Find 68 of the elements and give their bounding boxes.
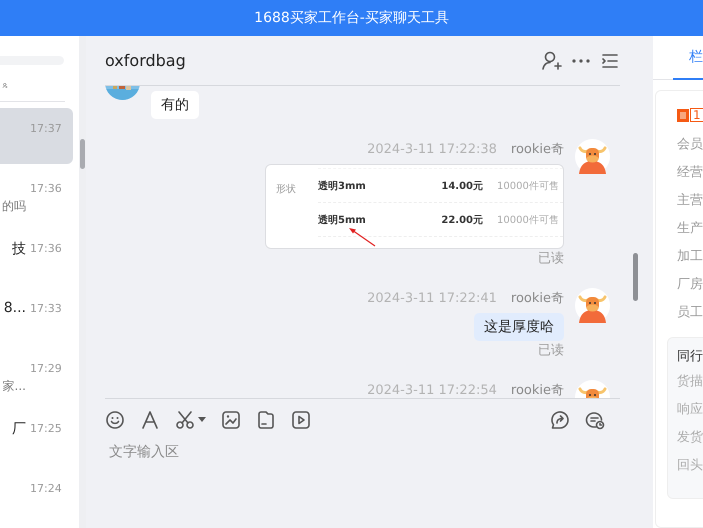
video-icon[interactable] xyxy=(291,410,311,430)
conversation-item[interactable]: 厂 17:25 xyxy=(0,408,73,464)
sender-name: rookie奇 xyxy=(510,290,564,307)
message-bubble: 这是厚度哈 xyxy=(474,313,564,341)
option-stock: 10000件可售 xyxy=(497,180,559,192)
option-stock: 10000件可售 xyxy=(497,214,559,226)
message-preview: 的吗 xyxy=(2,198,26,214)
message-time: 17:25 xyxy=(30,421,62,438)
field-label: 加工 xyxy=(677,248,703,266)
contact-name: 8... xyxy=(4,300,26,318)
field-label: 生产 xyxy=(677,220,703,238)
scrollbar-thumb[interactable] xyxy=(80,139,85,169)
contact-name: 技 xyxy=(12,240,26,258)
spec-label: 形状 xyxy=(275,182,297,197)
badge-icon xyxy=(677,108,689,122)
chat-title: oxfordbag xyxy=(105,51,187,70)
message-time: 17:29 xyxy=(30,361,62,378)
panel-tab[interactable]: 栏 xyxy=(673,36,703,80)
card-title: 同行 xyxy=(677,348,703,366)
message-preview: 家... xyxy=(2,378,26,394)
annotation-arrow xyxy=(348,227,376,247)
year-badge: 1 xyxy=(690,108,703,122)
field-label: 回头 xyxy=(677,457,703,475)
conversation-item[interactable]: 的吗 17:36 xyxy=(0,168,73,224)
read-status: 已读 xyxy=(538,342,564,360)
message-timestamp: 2024-3-11 17:22:54 xyxy=(367,382,497,398)
conversation-item[interactable]: 8... 17:33 xyxy=(0,288,73,344)
option-name: 透明5mm xyxy=(318,214,367,226)
emoji-icon[interactable] xyxy=(105,410,125,430)
read-status: 已读 xyxy=(538,250,564,268)
conversation-item[interactable]: 17:24 xyxy=(0,468,73,524)
field-label: 主营 xyxy=(677,192,703,210)
add-person-icon[interactable] xyxy=(542,50,562,70)
option-price: 14.00元 xyxy=(440,180,483,192)
chat-history-icon[interactable] xyxy=(585,410,605,430)
font-icon[interactable] xyxy=(140,410,160,430)
conversation-item[interactable]: 技 17:36 xyxy=(0,228,73,284)
message-time: 17:33 xyxy=(30,301,62,318)
field-label: 员工 xyxy=(677,304,703,322)
message-time: 17:36 xyxy=(30,241,62,258)
image-icon[interactable] xyxy=(221,410,241,430)
field-label: 经营 xyxy=(677,164,703,182)
share-icon[interactable] xyxy=(550,410,570,430)
message-timestamp: 2024-3-11 17:22:38 xyxy=(367,142,497,156)
field-label: 会员 xyxy=(677,136,703,154)
field-label: 货描 xyxy=(677,373,703,391)
scissors-icon[interactable] xyxy=(175,410,195,430)
window-title: 1688买家工作台-买家聊天工具 xyxy=(254,9,449,27)
option-name: 透明3mm xyxy=(318,180,367,192)
option-price: 22.00元 xyxy=(440,214,483,226)
message-input[interactable]: 文字输入区 xyxy=(105,444,413,460)
message-time: 17:37 xyxy=(30,121,62,138)
contact-name: 厂 xyxy=(12,420,26,438)
cow-avatar xyxy=(575,139,610,174)
message-timestamp: 2024-3-11 17:22:41 xyxy=(367,290,497,306)
scrollbar-thumb[interactable] xyxy=(633,253,638,301)
sender-name: rookie奇 xyxy=(510,141,564,158)
message-time: 17:36 xyxy=(30,181,62,198)
file-icon[interactable] xyxy=(256,410,276,430)
message-time: 17:24 xyxy=(30,481,62,498)
field-label: 发货 xyxy=(677,429,703,447)
field-label: 厂房 xyxy=(677,276,703,294)
cow-avatar xyxy=(575,288,610,323)
conversation-item[interactable]: 家... 17:29 xyxy=(0,348,73,404)
field-label: 响应 xyxy=(677,401,703,419)
sender-name: rookie奇 xyxy=(510,382,564,398)
message-bubble: 有的 xyxy=(151,91,199,119)
caret-icon[interactable] xyxy=(198,416,206,422)
